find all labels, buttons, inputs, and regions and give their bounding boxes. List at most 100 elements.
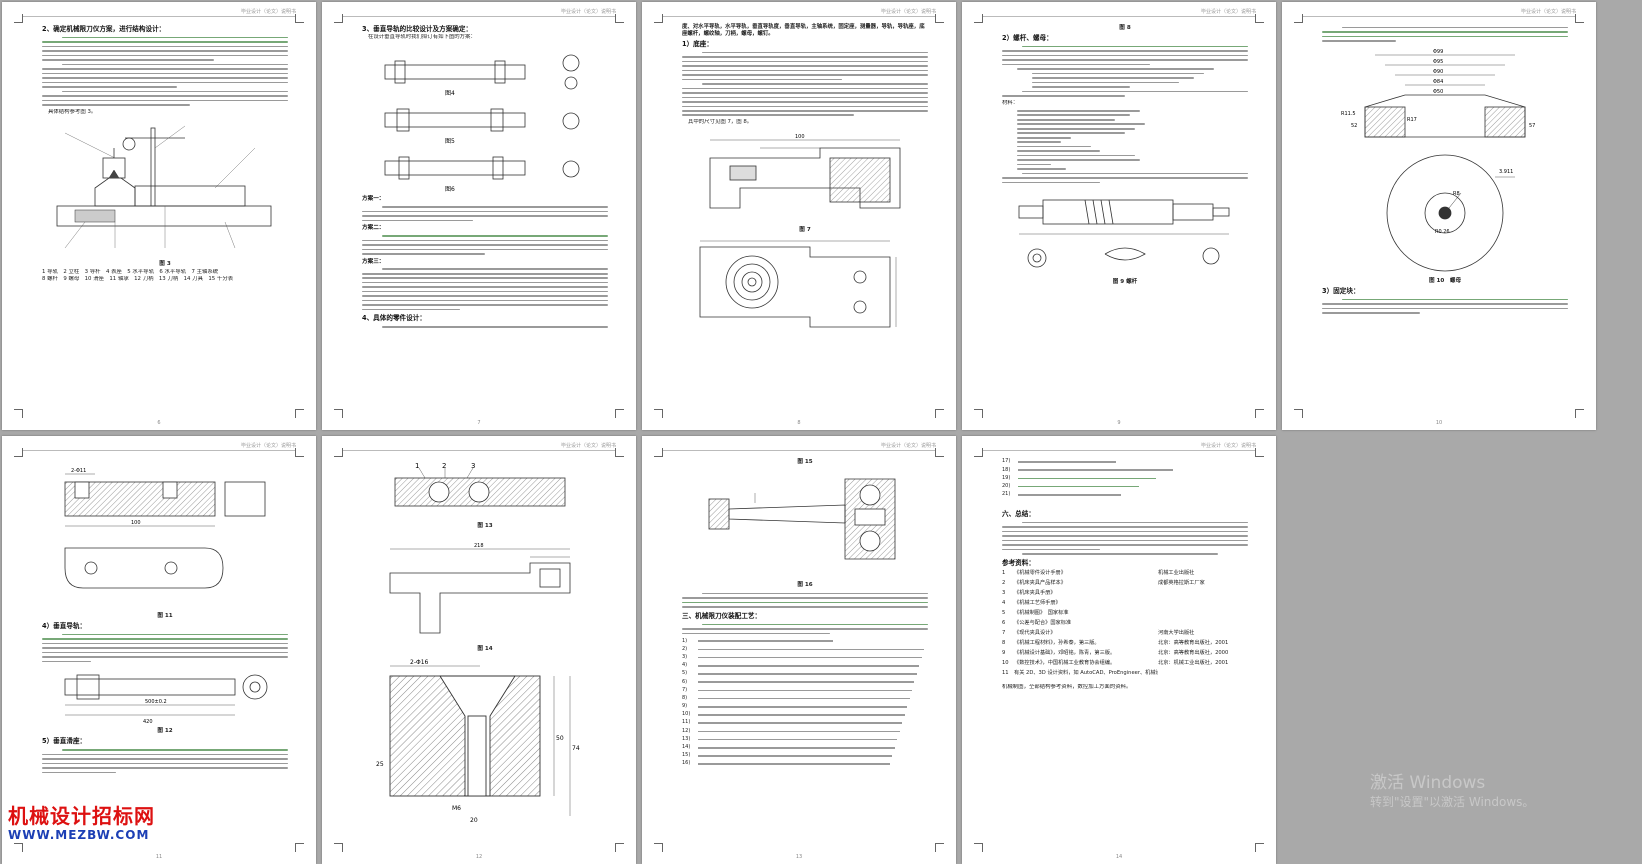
- dimension-label: 420: [143, 719, 153, 725]
- reference-publisher: [1158, 618, 1248, 628]
- assembly-drawing-figure-3: [56, 125, 272, 249]
- step-text-line: [698, 722, 903, 724]
- document-page-12: 毕业设计（论文）说明书 1 2 3 图 13 218 图 14 2-Φ16 50…: [322, 436, 636, 864]
- reference-list: 1 《机械零件设计手册》 机械工业出版社 2 《机床夹具产品样本》 成都英格拉斯工厂家 3 《…: [1002, 568, 1248, 678]
- list-item: 2): [682, 645, 928, 653]
- corner-mark: [935, 14, 944, 23]
- section-heading: 3）固定块：: [1322, 286, 1360, 295]
- guide-rail-options-figure: 图4 图5 图6: [384, 55, 580, 193]
- corner-mark: [1255, 843, 1264, 852]
- document-page-9: 毕业设计（论文）说明书 图 8 2）螺杆、螺母： 材料： 图 9 螺杆 9: [962, 2, 1276, 430]
- page-number: 10: [1435, 420, 1443, 426]
- reference-title: 《机械制图》 国家标准: [1014, 609, 1069, 616]
- reference-title: 《现代夹具设计》: [1014, 629, 1056, 636]
- callout-label: 3: [471, 462, 475, 470]
- corner-mark: [1294, 14, 1303, 23]
- list-item: 7): [682, 686, 928, 694]
- reference-item: 8 《机械工程材料》，孙希泰，第三版。 北京：高等教育出版社，2001: [1002, 638, 1248, 648]
- figure-legend: 1 导轨 2 立柱 3 导杆 4 表座 5 水平导轨 6 水平导轨 7 主轴系统: [42, 269, 219, 276]
- reference-title: 《机床夹具产品样本》: [1014, 579, 1066, 586]
- dimension-label: R8: [1453, 191, 1460, 197]
- step-number: 12): [682, 727, 691, 734]
- corner-mark: [334, 409, 343, 418]
- dimension-label: 500±0.2: [145, 699, 167, 705]
- list-item: 18): [1002, 466, 1248, 474]
- reference-item: 10 《数控技术》，中国机械工业教育协会组编。 北京：机械工业出版社，2001: [1002, 658, 1248, 668]
- reference-item: 2 《机床夹具产品样本》 成都英格拉斯工厂家: [1002, 578, 1248, 588]
- figure-caption: 图 3: [159, 261, 171, 268]
- body-text: 机械制图，仝部结构参考资料，数控加工方面的资料。: [1002, 683, 1132, 690]
- corner-mark: [1294, 409, 1303, 418]
- figure-caption: 图 8: [1119, 25, 1131, 31]
- reference-item: 3 《机床夹具手册》: [1002, 588, 1248, 598]
- dimension-label: 3.911: [1499, 169, 1513, 175]
- reference-publisher: [1158, 608, 1248, 618]
- step-text-line: [1018, 469, 1173, 472]
- corner-mark: [615, 843, 624, 852]
- step-number: 18): [1002, 466, 1011, 473]
- reference-publisher: 北京：高等教育出版社，2000: [1158, 649, 1229, 656]
- list-item: 10): [682, 711, 928, 719]
- page-header: 毕业设计（论文）说明书: [982, 442, 1256, 451]
- step-number: 16): [682, 760, 691, 767]
- list-item: 8): [682, 694, 928, 702]
- dimension-label: 100: [795, 134, 805, 140]
- step-number: 14): [682, 744, 691, 750]
- spindle-drawing-figure-16: [708, 478, 896, 560]
- page-number: 12: [475, 854, 483, 860]
- reference-publisher: [1158, 668, 1248, 678]
- step-number: 13): [682, 735, 691, 742]
- screw-drawing-figure-9: [1018, 199, 1230, 268]
- section-heading: 参考资料：: [1002, 558, 1035, 567]
- assembly-steps-list: 1) 2) 3) 4) 5) 6) 7) 8) 9) 10) 11) 12) 13) 14) 15) 16): [682, 637, 928, 768]
- step-text-line: [698, 648, 925, 651]
- step-text-line: [698, 656, 922, 659]
- corner-mark: [334, 448, 343, 457]
- list-item: 16): [682, 760, 928, 768]
- step-text-line: [698, 697, 910, 700]
- step-number: 8): [682, 694, 688, 701]
- reference-publisher: 北京：高等教育出版社，2001: [1158, 639, 1229, 646]
- logo-url: WWW.MEZBW.COM: [8, 828, 150, 842]
- step-text-line: [698, 640, 834, 643]
- corner-mark: [935, 409, 944, 418]
- figure-caption: 图 16: [797, 582, 813, 588]
- dimension-label: M6: [452, 805, 461, 812]
- reference-publisher: 北京：机械工业出版社，2001: [1158, 659, 1229, 666]
- watermark-subtitle: 转到"设置"以激活 Windows。: [1370, 795, 1535, 809]
- section-heading: 2）螺杆、螺母：: [1002, 34, 1053, 42]
- corner-mark: [14, 409, 23, 418]
- figure-caption: 图4: [445, 90, 455, 97]
- dimension-label: Φ90: [1433, 69, 1443, 75]
- corner-mark: [334, 843, 343, 852]
- step-text-line: [698, 665, 920, 667]
- step-text-line: [698, 705, 908, 708]
- page-number: 9: [1117, 420, 1121, 426]
- page-header: 毕业设计（论文）说明书: [22, 442, 296, 451]
- dimension-label: 20: [470, 817, 478, 824]
- list-item: 3): [682, 654, 928, 662]
- step-text-line: [698, 714, 905, 716]
- dimension-label: 2-Φ11: [71, 468, 86, 474]
- section-heading: 5）垂直滑座：: [42, 737, 87, 746]
- reference-number: 9: [1002, 649, 1006, 656]
- reference-item: 7 《现代夹具设计》 河南大学出版社: [1002, 628, 1248, 638]
- section-drawing: 2-Φ16 50 74 25 M6 20: [376, 659, 580, 824]
- section-heading: 2、确定机械限刀仪方案，进行结构设计：: [42, 25, 166, 33]
- figure-caption: 图 9 螺杆: [1112, 279, 1138, 286]
- dimension-label: 52: [1351, 123, 1357, 129]
- step-number: 7): [682, 686, 688, 693]
- dimension-label: Φ99: [1433, 49, 1443, 55]
- list-item: 1): [682, 637, 928, 645]
- reference-publisher: [1158, 598, 1248, 608]
- bracket-drawing: 218: [389, 543, 571, 634]
- dimension-label: 74: [572, 745, 580, 752]
- step-text-line: [1018, 477, 1156, 480]
- page-header: 毕业设计（论文）说明书: [342, 8, 616, 17]
- slide-drawing-figure-13: 1 2 3: [394, 462, 566, 507]
- dimension-label: 57: [1529, 123, 1535, 129]
- corner-mark: [1575, 409, 1584, 418]
- document-page-8: 毕业设计（论文）说明书 度、对水平导轨，水平导轨，垂直导轨度，垂直导轨，主轴系统…: [642, 2, 956, 430]
- step-number: 10): [682, 711, 691, 718]
- reference-number: 7: [1002, 629, 1006, 636]
